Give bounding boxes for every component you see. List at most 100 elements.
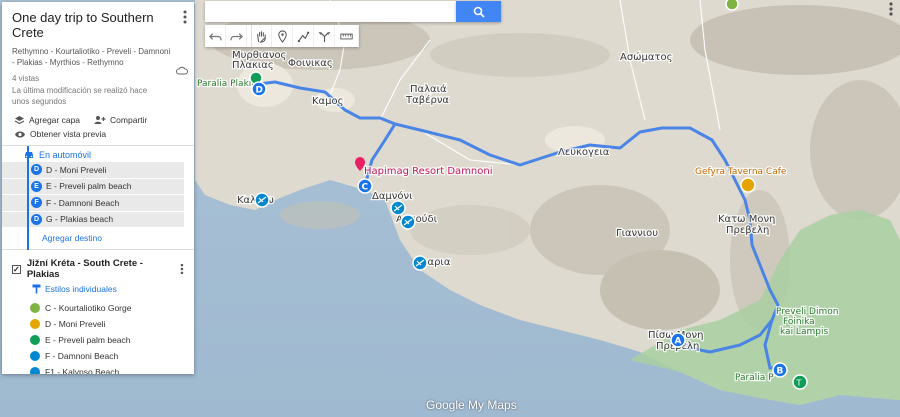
label-giannios: Γιαννιου xyxy=(616,228,658,239)
beach-pin-ammoudi[interactable] xyxy=(390,200,406,216)
poi-marker-icon xyxy=(30,367,40,374)
layer2-visibility-checkbox[interactable]: ✓ xyxy=(12,264,21,274)
svg-text:D: D xyxy=(256,86,263,96)
cloud-saved-icon xyxy=(176,66,188,75)
svg-text:T: T xyxy=(796,379,802,388)
poi-item[interactable]: F - Damnoni Beach xyxy=(2,348,194,364)
individual-styles-link[interactable]: Estilos individuales xyxy=(2,282,194,300)
travel-mode-label: En automóvil xyxy=(39,150,92,160)
map-menu-dots-icon[interactable] xyxy=(889,2,893,16)
undo-icon xyxy=(208,32,222,40)
draw-line-icon xyxy=(297,31,309,42)
layers-icon xyxy=(14,116,25,125)
hand-tool-button[interactable] xyxy=(251,25,272,47)
gorge-pin[interactable] xyxy=(725,0,739,11)
label-preveli-dimon-3: kai Lampis xyxy=(780,327,828,337)
google-my-maps-logo: Google My Maps xyxy=(426,398,517,412)
redo-button[interactable] xyxy=(226,25,247,47)
share-button[interactable]: Compartir xyxy=(94,115,147,125)
svg-text:C: C xyxy=(362,183,369,193)
label-damnoni: Δαμνόνι xyxy=(372,190,413,202)
destination-item[interactable]: D G - Plakias beach xyxy=(2,211,184,227)
map-description[interactable]: Rethymno - Kourtaliotiko - Preveli - Dam… xyxy=(12,46,172,68)
poi-item[interactable]: C - Kourtaliotiko Gorge xyxy=(2,300,194,316)
destination-item[interactable]: D D - Moni Preveli xyxy=(2,162,184,178)
layer-route: En automóvil D D - Moni Preveli E E - Preve… xyxy=(2,146,194,250)
preview-label: Obtener vista previa xyxy=(30,129,107,139)
layer-pois: ✓ Jižní Kréta - South Crete - Plakias Es… xyxy=(2,250,194,374)
label-taverna: Ταβέρνα xyxy=(405,94,449,106)
label-plakias-gr: Πλακιας xyxy=(232,60,274,71)
destination-letter-badge: D xyxy=(31,164,42,176)
beach-pin-kalogeros[interactable] xyxy=(254,192,270,208)
poi-marker-icon xyxy=(30,303,40,313)
marker-icon xyxy=(277,29,287,43)
destination-label: G - Plakias beach xyxy=(46,214,114,225)
label-asomatos: Ασώματος xyxy=(620,51,673,63)
layer2-title[interactable]: Jižní Kréta - South Crete - Plakias xyxy=(27,258,174,280)
poi-marker-icon xyxy=(30,335,40,345)
map-toolbar xyxy=(205,25,359,47)
brand-google: Google xyxy=(426,398,465,412)
poi-label: E - Preveli palm beach xyxy=(45,335,131,345)
route-marker-c[interactable]: C xyxy=(357,178,373,194)
beach-pin-preveli[interactable]: T xyxy=(792,374,808,390)
poi-label: F1 - Kalypso Beach xyxy=(45,367,120,374)
panel-header: One day trip to Southern Crete Rethymno … xyxy=(2,2,194,111)
poi-label: D - Moni Preveli xyxy=(45,319,106,329)
draw-line-button[interactable] xyxy=(293,25,314,47)
search-button[interactable] xyxy=(456,1,501,22)
add-layer-button[interactable]: Agregar capa xyxy=(14,115,80,125)
route-marker-d[interactable]: D xyxy=(251,81,267,97)
search-input[interactable] xyxy=(205,1,456,22)
add-marker-button[interactable] xyxy=(272,25,293,47)
destination-label: D - Moni Preveli xyxy=(46,164,107,175)
label-damnoni-resort: Hapimag Resort Damnoni xyxy=(364,166,493,177)
poi-item[interactable]: E - Preveli palm beach xyxy=(2,332,194,348)
share-label: Compartir xyxy=(110,115,148,125)
directions-button[interactable] xyxy=(314,25,335,47)
poi-item[interactable]: F1 - Kalypso Beach xyxy=(2,364,194,374)
add-destination-link[interactable]: Agregar destino xyxy=(2,228,194,250)
label-kamos: Καμος xyxy=(312,96,344,107)
ruler-button[interactable] xyxy=(335,25,359,47)
layer-selected-bar xyxy=(27,146,29,250)
poi-label: C - Kourtaliotiko Gorge xyxy=(45,303,132,313)
label-preveli-dimon-1: Preveli Dimon xyxy=(776,307,838,317)
layer2-menu-icon[interactable] xyxy=(180,263,184,275)
poi-label: F - Damnoni Beach xyxy=(45,351,119,361)
destination-item[interactable]: F F - Damnoni Beach xyxy=(2,195,184,211)
ruler-icon xyxy=(340,33,353,39)
route-marker-a[interactable]: A xyxy=(670,332,686,348)
poi-item[interactable]: D - Moni Preveli xyxy=(2,316,194,332)
views-count: 4 vistas xyxy=(12,74,40,83)
brand-mymaps: My Maps xyxy=(464,398,517,412)
directions-icon xyxy=(318,31,330,42)
panel-actions: Agregar capa Compartir Obtener vista pre… xyxy=(2,111,194,146)
car-icon xyxy=(25,152,33,158)
gefyra-pin[interactable] xyxy=(740,177,756,193)
map-title[interactable]: One day trip to Southern Crete xyxy=(12,10,184,40)
label-kato-moni-1: Κατω Μονη xyxy=(718,214,775,225)
last-modified-text: La última modificación se realizó hace u… xyxy=(12,86,148,106)
destination-label: F - Damnoni Beach xyxy=(46,197,120,208)
route-marker-b[interactable]: B xyxy=(772,362,788,378)
svg-text:A: A xyxy=(675,337,682,347)
travel-mode[interactable]: En automóvil xyxy=(2,146,194,162)
svg-text:B: B xyxy=(777,367,784,377)
poi-marker-icon xyxy=(30,319,40,329)
panel-menu-icon[interactable] xyxy=(182,10,188,24)
preview-button[interactable]: Obtener vista previa xyxy=(14,129,106,139)
destination-item[interactable]: E E - Preveli palm beach xyxy=(2,178,184,194)
destination-letter-badge: D xyxy=(31,213,42,225)
label-foinikas: Φοινικας xyxy=(288,58,333,69)
beach-pin-skinaria[interactable] xyxy=(412,255,428,271)
poi-marker-icon xyxy=(30,351,40,361)
paint-roller-icon xyxy=(32,284,41,294)
individual-styles-label: Estilos individuales xyxy=(45,284,117,294)
redo-icon xyxy=(229,32,243,40)
add-layer-label: Agregar capa xyxy=(29,115,81,125)
beach-pin-mikro-ammoudi[interactable] xyxy=(400,214,416,230)
undo-button[interactable] xyxy=(205,25,226,47)
label-lefkogeia: Λευκογεια xyxy=(558,147,610,158)
